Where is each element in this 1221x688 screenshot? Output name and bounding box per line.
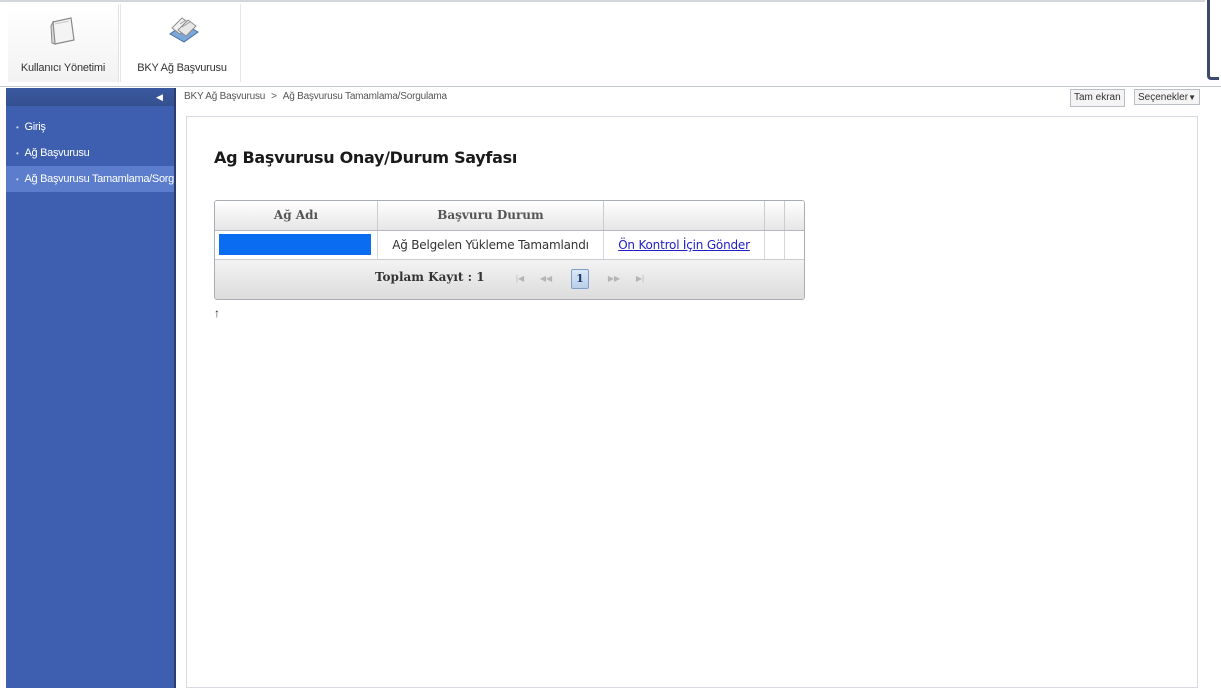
collapse-arrow-icon[interactable]: ◀	[156, 91, 166, 103]
ribbon-button-label: Kullanıcı Yönetimi	[20, 62, 106, 74]
ribbon-button-user-management[interactable]: Kullanıcı Yönetimi	[8, 4, 119, 82]
cell-application-status: Ağ Belgelen Yükleme Tamamlandı	[378, 231, 604, 259]
breadcrumb: BKY Ağ Başvurusu > Ağ Başvurusu Tamamlama/…	[184, 88, 447, 106]
table-row: Ağ Belgelen Yükleme Tamamlandı Ön Kontro…	[215, 231, 804, 260]
up-arrow-icon: ↑	[214, 306, 220, 320]
breadcrumb-current: Ağ Başvurusu Tamamlama/Sorgulama	[282, 91, 447, 102]
window-frame-edge	[1207, 0, 1219, 80]
options-dropdown[interactable]: Seçenekler ▼	[1134, 89, 1200, 105]
ribbon-top-line	[0, 0, 1205, 2]
ribbon-separator	[120, 4, 121, 82]
bullet-icon: •	[16, 123, 19, 132]
cell-action: Ön Kontrol İçin Gönder	[604, 231, 765, 259]
column-header-network-name[interactable]: Ağ Adı	[215, 201, 378, 230]
column-header-extra-1	[765, 201, 785, 230]
last-page-icon[interactable]: ▶|	[631, 271, 649, 287]
redacted-network-name	[219, 234, 371, 255]
cell-network-name	[215, 231, 378, 259]
sidebar-item-application-completion[interactable]: • Ağ Başvurusu Tamamlama/Sorgulama	[6, 166, 174, 192]
grid-header: Ağ Adı Başvuru Durum	[215, 201, 804, 231]
column-header-application-status[interactable]: Başvuru Durum	[378, 201, 604, 230]
ribbon-button-label: BKY Ağ Başvurusu	[137, 62, 227, 74]
first-page-icon[interactable]: |◀	[511, 271, 529, 287]
column-header-extra-2	[785, 201, 804, 230]
breadcrumb-bar: BKY Ağ Başvurusu > Ağ Başvurusu Tamamlama/…	[178, 88, 1214, 107]
documents-icon	[160, 10, 204, 54]
fullscreen-button[interactable]: Tam ekran	[1070, 89, 1125, 107]
breadcrumb-separator: >	[271, 91, 277, 102]
applications-grid: Ağ Adı Başvuru Durum Ağ Belgelen Yükleme…	[214, 200, 805, 300]
grid-pager: Toplam Kayıt : 1 |◀ ◀◀ 1 ▶▶ ▶|	[215, 260, 804, 299]
current-page-button[interactable]: 1	[571, 269, 589, 289]
options-label: Seçenekler	[1138, 92, 1189, 103]
ribbon-button-bky-application[interactable]: BKY Ağ Başvurusu	[124, 4, 241, 82]
sidebar-header: ◀	[6, 88, 174, 106]
prev-page-icon[interactable]: ◀◀	[537, 271, 555, 287]
sidebar-item-label: Ağ Başvurusu Tamamlama/Sorgulama	[24, 173, 174, 185]
folder-icon	[41, 10, 85, 54]
sidebar: ◀ • Giriş • Ağ Başvurusu • Ağ Başvurusu Tam…	[6, 88, 176, 688]
sidebar-item-network-application[interactable]: • Ağ Başvurusu	[6, 140, 174, 166]
bullet-icon: •	[16, 175, 19, 184]
sidebar-item-home[interactable]: • Giriş	[6, 114, 174, 140]
top-ribbon: Kullanıcı Yönetimi BKY Ağ Başvurusu	[0, 0, 1221, 87]
sidebar-item-label: Ağ Başvurusu	[24, 147, 90, 159]
chevron-down-icon: ▼	[1188, 93, 1196, 102]
bullet-icon: •	[16, 149, 19, 158]
cell-extra-1	[765, 231, 785, 259]
next-page-icon[interactable]: ▶▶	[605, 271, 623, 287]
send-for-precheck-link[interactable]: Ön Kontrol İçin Gönder	[618, 238, 750, 252]
main-content: BKY Ağ Başvurusu > Ağ Başvurusu Tamamlama/…	[178, 88, 1214, 688]
breadcrumb-root-link[interactable]: BKY Ağ Başvurusu	[184, 91, 265, 102]
cell-extra-2	[785, 231, 804, 259]
total-records-label: Toplam Kayıt : 1	[375, 270, 485, 284]
column-header-action	[604, 201, 765, 230]
sidebar-item-label: Giriş	[24, 121, 46, 133]
page-title: Ag Başvurusu Onay/Durum Sayfası	[214, 148, 517, 167]
